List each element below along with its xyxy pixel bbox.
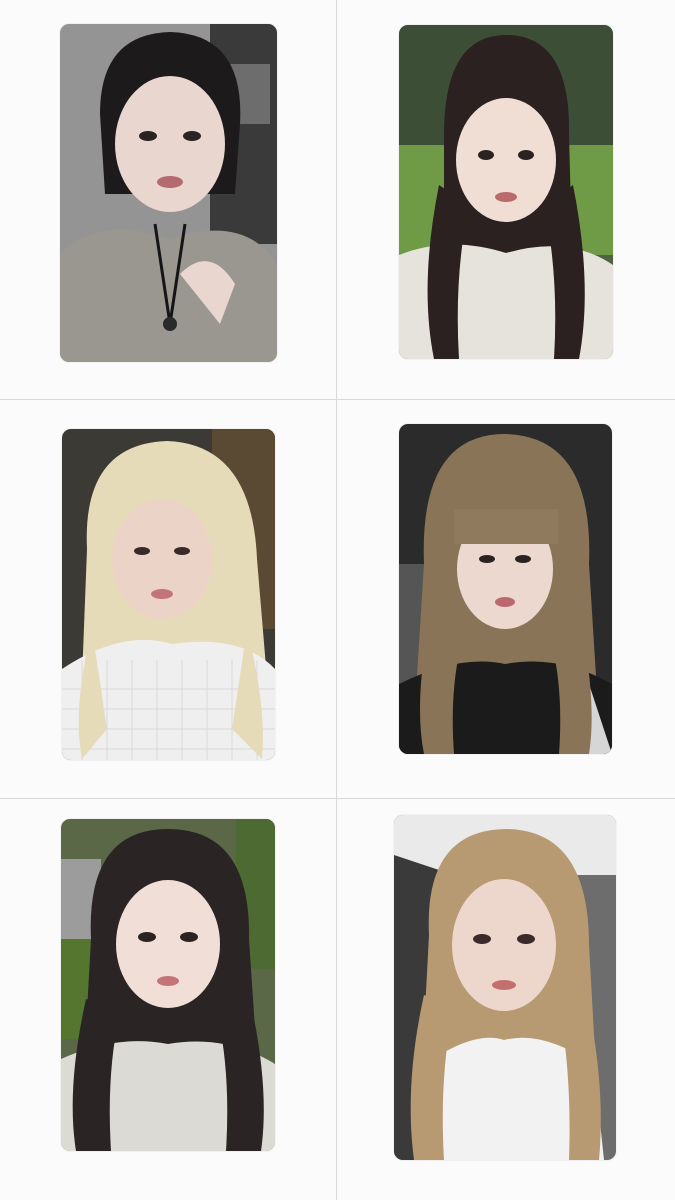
grid-cell: [0, 400, 337, 799]
photocard[interactable]: [399, 25, 613, 359]
photo-image: [62, 429, 275, 760]
photocard[interactable]: [399, 424, 612, 754]
grid-cell: [337, 799, 675, 1200]
photo-image: [60, 24, 277, 362]
photo-image: [61, 819, 275, 1151]
grid-cell: [337, 0, 675, 400]
photocard[interactable]: [61, 819, 275, 1151]
photo-image: [399, 424, 612, 754]
photocard[interactable]: [62, 429, 275, 760]
grid-cell: [0, 799, 337, 1200]
grid-cell: [0, 0, 337, 400]
grid-cell: [337, 400, 675, 799]
photocard-grid: [0, 0, 675, 1200]
photocard[interactable]: [394, 815, 616, 1160]
photocard[interactable]: [60, 24, 277, 362]
photo-image: [394, 815, 616, 1160]
photo-image: [399, 25, 613, 359]
